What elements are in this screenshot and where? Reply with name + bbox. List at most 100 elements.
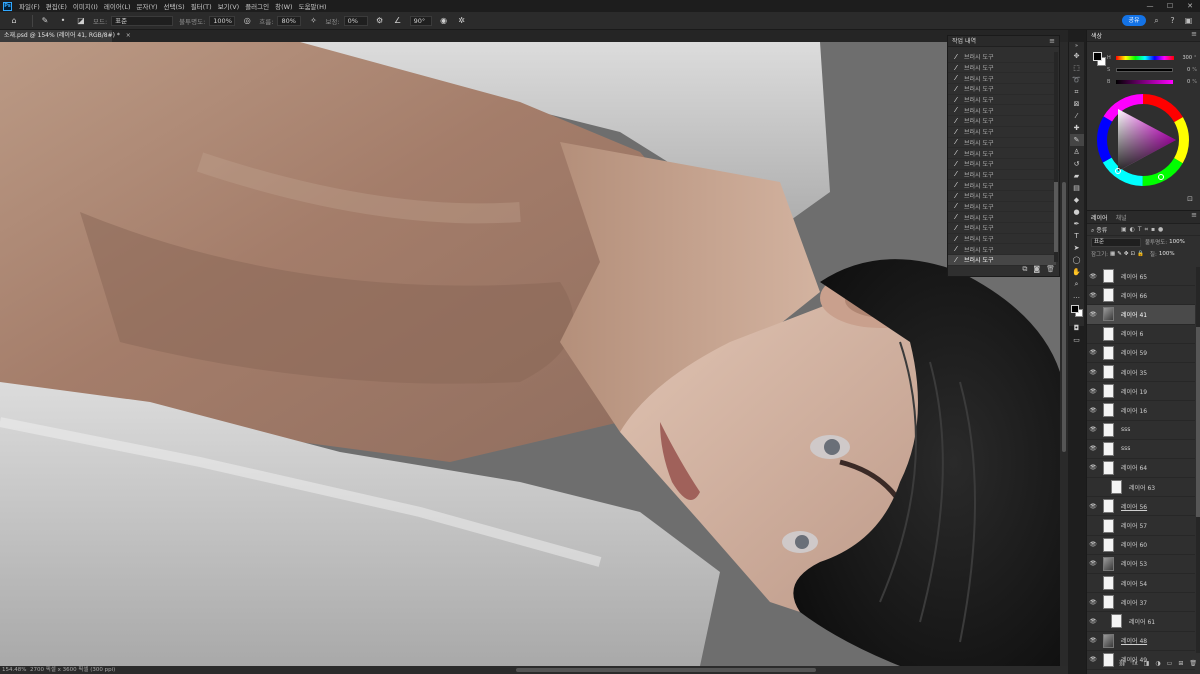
history-step[interactable]: ⁄ 브러시 도구 (948, 244, 1056, 256)
healing-tool-icon[interactable]: ✚ (1070, 122, 1084, 134)
new-group-icon[interactable]: ▭ (1167, 660, 1173, 667)
menu-edit[interactable]: 편집(E) (43, 1, 70, 11)
foreground-color-chip[interactable] (1093, 52, 1102, 61)
canvas-vertical-scroll-thumb[interactable] (1062, 182, 1066, 452)
eye-icon[interactable]: 👁 (1087, 618, 1099, 625)
panel-menu-icon[interactable]: ≡ (1191, 211, 1197, 219)
eye-icon[interactable]: 👁 (1087, 407, 1099, 414)
airbrush-icon[interactable]: ✧ (307, 15, 319, 27)
symmetry-icon[interactable]: ✲ (456, 15, 468, 27)
zoom-tool-icon[interactable]: ⌕ (1070, 278, 1084, 290)
pressure-opacity-icon[interactable]: ◎ (241, 15, 253, 27)
layer-filter-kind[interactable]: ⌕ 종류 (1091, 225, 1121, 235)
layer-row[interactable]: 👁 레이어 48 (1087, 632, 1195, 651)
eye-icon[interactable]: 👁 (1087, 292, 1099, 299)
history-step[interactable]: ⁄ 브러시 도구 (948, 159, 1056, 170)
history-scroll-thumb[interactable] (1054, 182, 1058, 252)
brightness-value[interactable]: 0 (1177, 79, 1190, 85)
history-step[interactable]: ⁄ 브러시 도구 (948, 127, 1056, 138)
adjustment-layer-icon[interactable]: ◑ (1155, 660, 1160, 667)
panel-menu-icon[interactable]: ≡ (1191, 30, 1197, 38)
history-step[interactable]: ⁄ 브러시 도구 (948, 63, 1056, 74)
shape-tool-icon[interactable]: ◯ (1070, 254, 1084, 266)
add-mask-icon[interactable]: ◨ (1144, 660, 1150, 667)
lock-icons[interactable]: ▦✎✥⊡🔒 (1110, 251, 1146, 257)
eye-icon[interactable]: 👁 (1087, 560, 1099, 567)
eye-icon[interactable]: 👁 (1087, 445, 1099, 452)
search-icon[interactable]: ⌕ (1151, 15, 1162, 26)
layer-row[interactable]: 👁 레이어 61 (1087, 612, 1195, 632)
eye-icon[interactable]: 👁 (1087, 637, 1099, 644)
layer-row[interactable]: 👁 레이어 64 (1087, 459, 1195, 479)
hand-tool-icon[interactable]: ✋ (1070, 266, 1084, 278)
history-step[interactable]: ⁄ 브러시 도구 (948, 234, 1056, 245)
history-step[interactable]: ⁄ 브러시 도구 (948, 52, 1056, 63)
layer-row[interactable]: 👁 레이어 65 (1087, 267, 1195, 287)
lasso-tool-icon[interactable]: ➰ (1070, 74, 1084, 86)
history-brush-tool-icon[interactable]: ↺ (1070, 158, 1084, 170)
menu-type[interactable]: 문자(Y) (134, 1, 161, 11)
quick-mask-icon[interactable]: ◘ (1070, 322, 1084, 334)
eye-icon[interactable]: 👁 (1087, 541, 1099, 548)
menu-filter[interactable]: 필터(T) (188, 1, 215, 11)
layer-row[interactable]: 👁 레이어 19 (1087, 382, 1195, 402)
eye-icon[interactable]: 👁 (1087, 273, 1099, 280)
history-step[interactable]: ⁄ 브러시 도구 (948, 180, 1056, 191)
menu-view[interactable]: 보기(V) (215, 1, 242, 11)
fill-value[interactable]: 100% (1159, 251, 1175, 257)
history-step[interactable]: ⁄ 브러시 도구 (948, 170, 1056, 181)
tab-channels[interactable]: 채널 (1116, 213, 1127, 222)
zoom-level[interactable]: 154.48% (2, 666, 26, 674)
help-icon[interactable]: ? (1167, 15, 1178, 26)
toolbar-collapse-icon[interactable]: » (1070, 42, 1084, 50)
panel-menu-icon[interactable]: ≡ (1049, 36, 1055, 47)
layer-filter-icons[interactable]: ▣◐T⌗▪● (1121, 226, 1166, 234)
crop-tool-icon[interactable]: ⌗ (1070, 86, 1084, 98)
layer-row[interactable]: 레이어 63 (1087, 478, 1195, 498)
menu-window[interactable]: 창(W) (272, 1, 295, 11)
eye-icon[interactable]: 👁 (1087, 464, 1099, 471)
tab-layers[interactable]: 레이어 (1091, 213, 1108, 222)
history-step[interactable]: ⁄ 브러시 도구 (948, 105, 1056, 117)
layer-row[interactable]: 👁 레이어 56 (1087, 497, 1195, 517)
color-panel-options-icon[interactable]: ⊡ (1187, 195, 1193, 203)
history-step[interactable]: ⁄ 브러시 도구 (948, 95, 1056, 106)
type-tool-icon[interactable]: T (1070, 230, 1084, 242)
history-scrollbar[interactable] (1054, 52, 1058, 262)
menu-plugins[interactable]: 플러그인 (242, 1, 272, 11)
history-step[interactable]: ⁄ 브러시 도구 (948, 138, 1056, 149)
marquee-tool-icon[interactable]: ⬚ (1070, 62, 1084, 74)
tab-color[interactable]: 색상 (1091, 31, 1102, 40)
canvas-horizontal-scroll-thumb[interactable] (516, 668, 816, 672)
history-step[interactable]: ⁄ 브러시 도구 (948, 116, 1056, 127)
blur-tool-icon[interactable]: ◆ (1070, 194, 1084, 206)
angle-field[interactable]: 90° (409, 15, 432, 26)
hue-value[interactable]: 300 (1178, 55, 1192, 61)
workspace-icon[interactable]: ▣ (1183, 15, 1194, 26)
gradient-tool-icon[interactable]: ▤ (1070, 182, 1084, 194)
history-step[interactable]: ⁄ 브러시 도구 (948, 84, 1056, 95)
layer-style-icon[interactable]: fx (1132, 660, 1138, 667)
opacity-field[interactable]: 100% (209, 15, 236, 26)
stamp-tool-icon[interactable]: ♙ (1070, 146, 1084, 158)
gear-icon[interactable]: ⚙ (374, 15, 386, 27)
link-layers-icon[interactable]: ⛓ (1118, 660, 1126, 667)
eye-icon[interactable]: 👁 (1087, 426, 1099, 433)
history-step[interactable]: ⁄ 브러시 도구 (948, 202, 1056, 213)
eye-icon[interactable]: 👁 (1087, 599, 1099, 606)
home-icon[interactable]: ⌂ (8, 15, 20, 27)
brush-preset-icon[interactable]: ✎ (39, 15, 51, 27)
layer-row[interactable]: 👁 레이어 35 (1087, 363, 1195, 383)
color-swatches[interactable] (1070, 304, 1084, 320)
history-step[interactable]: ⁄ 브러시 도구 (948, 223, 1056, 234)
layer-row[interactable]: 👁 레이어 59 (1087, 344, 1195, 363)
brush-tool-icon[interactable]: ✎ (1069, 134, 1084, 146)
layer-row[interactable]: 👁 레이어 41 (1087, 305, 1195, 325)
layers-scrollbar[interactable] (1196, 267, 1200, 653)
pen-tool-icon[interactable]: ✒ (1070, 218, 1084, 230)
minimize-button[interactable]: — (1140, 0, 1160, 12)
layer-row[interactable]: 레이어 54 (1087, 574, 1195, 594)
menu-file[interactable]: 파일(F) (16, 1, 43, 11)
menu-select[interactable]: 선택(S) (161, 1, 188, 11)
layer-row[interactable]: 👁 레이어 37 (1087, 593, 1195, 613)
